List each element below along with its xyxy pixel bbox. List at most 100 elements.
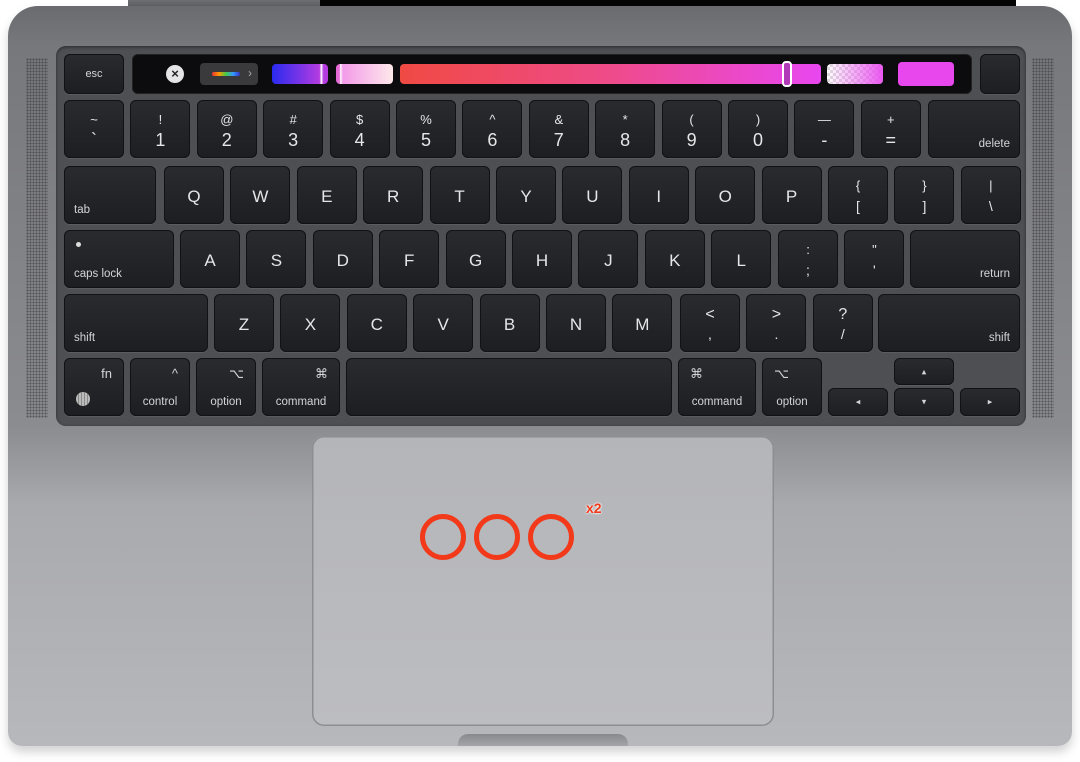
key-option-right[interactable]: ⌥ option (762, 358, 822, 416)
key-letter[interactable]: D (312, 230, 373, 288)
key-letter-label: R (387, 187, 400, 206)
slider-thumb[interactable] (782, 61, 793, 87)
key-shift-symbol: { (855, 178, 861, 193)
blue-purple-swatch[interactable] (272, 64, 328, 84)
key-symbol[interactable]: <, (680, 294, 740, 352)
pink-white-swatch[interactable] (336, 64, 393, 84)
key-number[interactable]: $4 (329, 100, 390, 158)
key-letter[interactable]: Q (164, 166, 224, 224)
key-option-left[interactable]: ⌥ option (196, 358, 256, 416)
key-primary-symbol: 1 (155, 130, 166, 150)
key-letter[interactable]: K (644, 230, 705, 288)
key-shift-symbol: ? (838, 306, 848, 323)
key-command-left[interactable]: ⌘ command (262, 358, 340, 416)
key-letter[interactable]: U (562, 166, 623, 224)
key-shift-left[interactable]: shift (64, 294, 208, 352)
key-delete[interactable]: delete (928, 100, 1020, 158)
key-letter[interactable]: P (761, 166, 822, 224)
key-number[interactable]: ^ 6 (462, 100, 523, 158)
key-letter[interactable]: V (413, 294, 474, 352)
key-symbol[interactable]: }] (894, 166, 955, 224)
touch-bar[interactable]: × › (132, 54, 972, 94)
key-number[interactable]: — - (794, 100, 855, 158)
key-letter[interactable]: G (445, 230, 506, 288)
key-primary-symbol: \ (988, 198, 993, 214)
key-letter[interactable]: B (479, 294, 540, 352)
key-letter-label: U (586, 187, 599, 206)
key-letter-label: Q (187, 187, 201, 206)
key-letter-label: V (437, 315, 449, 334)
key-letter[interactable]: L (711, 230, 772, 288)
close-icon[interactable]: × (166, 65, 184, 83)
key-letter[interactable]: O (695, 166, 756, 224)
key-number[interactable]: % 5 (396, 100, 456, 158)
key-number[interactable]: #3 (263, 100, 324, 158)
key-tab[interactable]: tab (64, 166, 156, 224)
key-arrow-down[interactable]: ▾ (894, 388, 954, 416)
key-command-right[interactable]: ⌘ command (678, 358, 756, 416)
color-picker-button[interactable]: › (200, 63, 258, 85)
key-shift-symbol: | (989, 178, 993, 193)
key-number[interactable]: (9 (661, 100, 722, 158)
key-symbol[interactable]: | \ (960, 166, 1021, 224)
key-shift-label: shift (988, 332, 1010, 344)
trackpad[interactable] (312, 436, 774, 726)
finger-tap-indicator (474, 514, 520, 560)
key-symbol[interactable]: >. (746, 294, 807, 352)
key-primary-symbol: - (821, 130, 828, 150)
key-letter[interactable]: R (363, 166, 424, 224)
key-command-label: command (275, 396, 327, 408)
key-number[interactable]: ! 1 (130, 100, 191, 158)
key-number[interactable]: ~ ` (64, 100, 124, 158)
key-arrow-up[interactable]: ▴ (894, 358, 954, 385)
key-letter[interactable]: W (230, 166, 291, 224)
key-touch-id[interactable] (980, 54, 1020, 94)
key-symbol[interactable]: ? / (812, 294, 873, 352)
key-esc[interactable]: esc (64, 54, 124, 94)
key-number[interactable]: & 7 (528, 100, 589, 158)
key-shift-symbol: * (622, 112, 628, 127)
key-symbol[interactable]: :; (778, 230, 838, 288)
key-letter[interactable]: T (429, 166, 490, 224)
key-caps-lock[interactable]: caps lock (64, 230, 174, 288)
hue-slider[interactable] (400, 61, 821, 87)
key-letter-label: F (403, 251, 415, 270)
key-symbol[interactable]: {[ (828, 166, 888, 224)
arrow-right-icon: ▸ (987, 396, 993, 407)
key-letter[interactable]: C (346, 294, 407, 352)
key-letter-label: Z (238, 315, 250, 334)
key-fn[interactable]: fn (64, 358, 124, 416)
key-shift-right[interactable]: shift (878, 294, 1020, 352)
key-letter-label: W (252, 187, 269, 206)
key-space[interactable] (346, 358, 672, 416)
key-shift-symbol: < (705, 306, 715, 323)
key-letter[interactable]: F (379, 230, 440, 288)
key-letter[interactable]: S (246, 230, 307, 288)
key-letter-label: G (468, 251, 483, 270)
key-arrow-right[interactable]: ▸ (960, 388, 1020, 416)
key-letter[interactable]: Y (496, 166, 556, 224)
key-number[interactable]: @2 (196, 100, 257, 158)
key-return[interactable]: return (910, 230, 1020, 288)
key-shift-symbol: # (289, 112, 297, 127)
key-letter[interactable]: H (512, 230, 572, 288)
key-letter[interactable]: I (628, 166, 689, 224)
opacity-swatch[interactable] (827, 64, 883, 84)
key-letter[interactable]: J (578, 230, 639, 288)
command-glyph-icon: ⌘ (315, 366, 328, 381)
key-control[interactable]: ^ control (130, 358, 190, 416)
key-letter-label: T (454, 187, 465, 206)
key-letter[interactable]: N (546, 294, 606, 352)
key-number[interactable]: + = (860, 100, 921, 158)
current-color-swatch[interactable] (898, 62, 954, 86)
key-letter[interactable]: Z (214, 294, 274, 352)
key-number[interactable]: * 8 (595, 100, 656, 158)
key-letter[interactable]: X (280, 294, 341, 352)
key-symbol[interactable]: " ' (844, 230, 905, 288)
key-arrow-left[interactable]: ◂ (828, 388, 888, 416)
key-letter[interactable]: E (296, 166, 357, 224)
key-number[interactable]: ) 0 (728, 100, 788, 158)
key-letter[interactable]: A (180, 230, 240, 288)
speaker-grille-left (26, 58, 48, 418)
key-letter[interactable]: M (612, 294, 673, 352)
